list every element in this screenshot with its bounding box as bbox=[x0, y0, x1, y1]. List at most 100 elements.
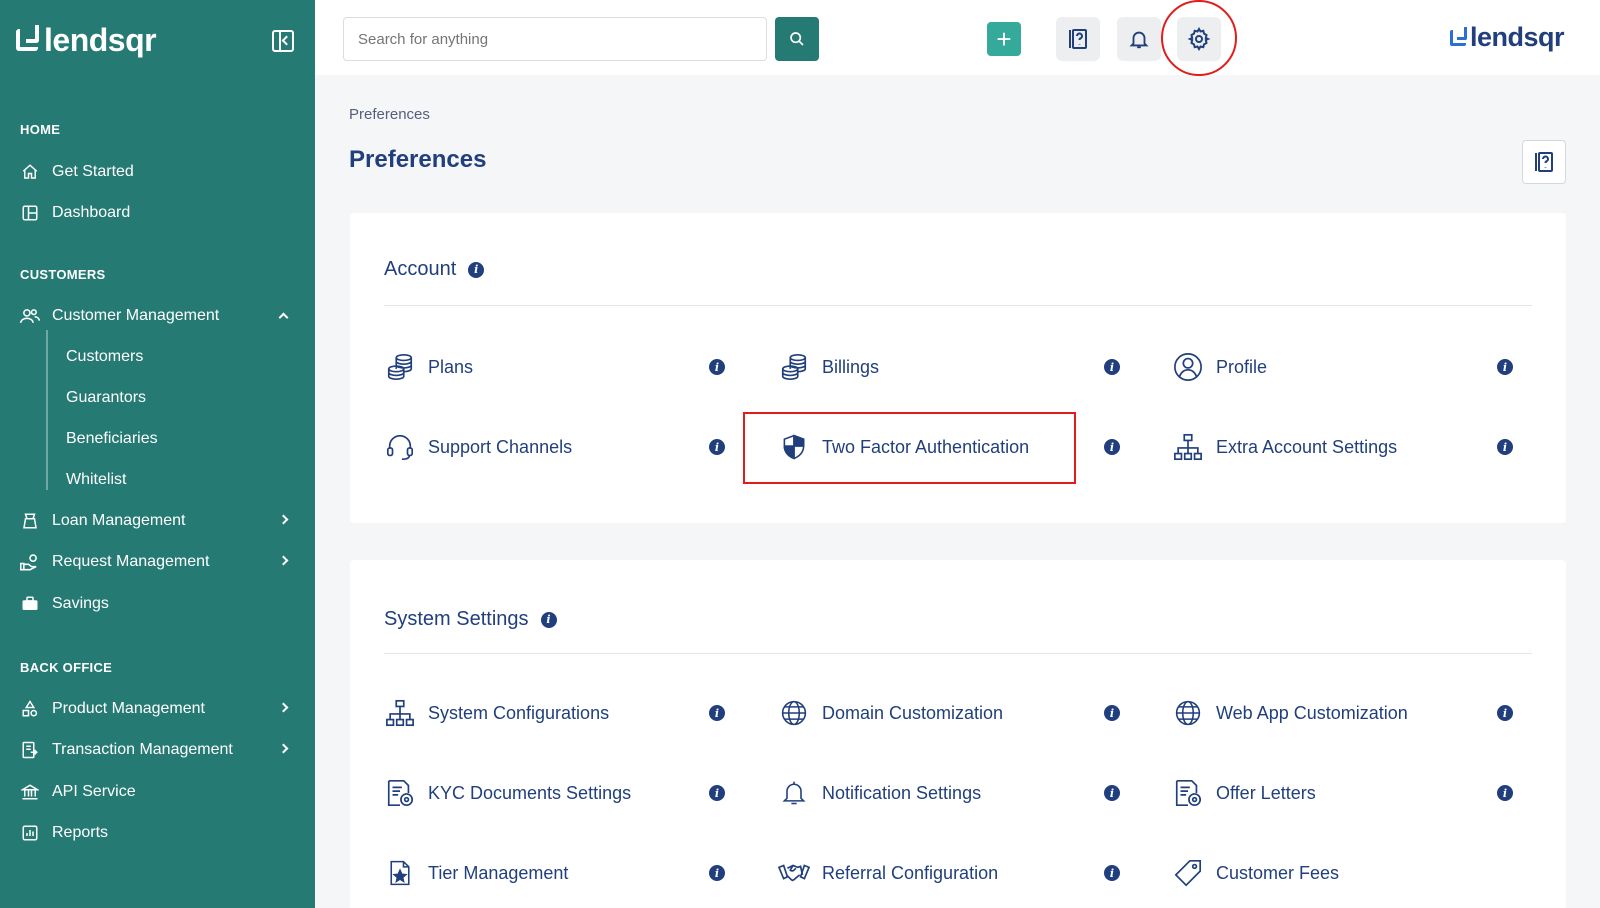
sidebar-subitem-beneficiaries[interactable]: Beneficiaries bbox=[66, 427, 158, 451]
option-label: Domain Customization bbox=[822, 702, 1004, 723]
option-tier-management[interactable]: Tier Management bbox=[384, 855, 568, 891]
breadcrumb[interactable]: Preferences bbox=[349, 106, 430, 123]
coins-icon bbox=[778, 351, 810, 383]
option-referral-configuration[interactable]: Referral Configuration bbox=[778, 855, 998, 891]
system-settings-card: System Settings i System Configurations … bbox=[350, 560, 1566, 908]
option-label: Tier Management bbox=[428, 862, 569, 883]
product-icon bbox=[20, 699, 40, 719]
option-profile[interactable]: Profile bbox=[1172, 349, 1267, 385]
info-icon[interactable]: i bbox=[468, 261, 485, 278]
chevron-right-icon bbox=[278, 702, 289, 713]
sidebar-item-dashboard[interactable]: Dashboard bbox=[20, 201, 295, 225]
account-section-title: Account i bbox=[384, 258, 485, 281]
sidebar-item-get-started[interactable]: Get Started bbox=[20, 160, 295, 184]
option-label: Referral Configuration bbox=[822, 862, 999, 883]
sidebar: lendsqr HOME Get Started Dashboard CUSTO… bbox=[0, 0, 315, 908]
logo-mark-icon bbox=[1449, 26, 1467, 46]
lendsqr-logo[interactable]: lendsqr bbox=[16, 24, 157, 56]
info-icon[interactable]: i bbox=[1497, 785, 1513, 801]
headset-icon bbox=[384, 431, 416, 463]
option-label: Extra Account Settings bbox=[1216, 436, 1398, 457]
option-plans[interactable]: Plans bbox=[384, 349, 473, 385]
sidebar-item-label: Savings bbox=[52, 595, 109, 612]
add-button[interactable]: + bbox=[987, 22, 1021, 56]
info-icon[interactable]: i bbox=[1104, 359, 1120, 375]
help-book-icon bbox=[1535, 152, 1553, 172]
info-icon[interactable]: i bbox=[1497, 439, 1513, 455]
sitemap-icon bbox=[1172, 431, 1204, 463]
info-icon[interactable]: i bbox=[709, 865, 725, 881]
option-billings[interactable]: Billings bbox=[778, 349, 879, 385]
sitemap-icon bbox=[384, 697, 416, 729]
sidebar-item-request-management[interactable]: Request Management bbox=[20, 550, 295, 574]
sidebar-item-reports[interactable]: Reports bbox=[20, 821, 295, 845]
option-web-app-customization[interactable]: Web App Customization bbox=[1172, 695, 1408, 731]
info-icon[interactable]: i bbox=[540, 611, 557, 628]
option-kyc-documents-settings[interactable]: KYC Documents Settings bbox=[384, 775, 631, 811]
notifications-button[interactable] bbox=[1117, 17, 1161, 61]
option-label: Plans bbox=[428, 356, 474, 377]
info-icon[interactable]: i bbox=[709, 785, 725, 801]
document-star-icon bbox=[384, 857, 416, 889]
settings-highlight-circle bbox=[1161, 0, 1237, 76]
sidebar-item-label: Customer Management bbox=[52, 307, 220, 324]
bank-icon bbox=[20, 782, 40, 802]
document-gear-icon bbox=[384, 777, 416, 809]
sidebar-item-transaction-management[interactable]: Transaction Management bbox=[20, 738, 295, 762]
search-input[interactable] bbox=[343, 17, 767, 61]
option-label: Profile bbox=[1216, 356, 1268, 377]
option-system-configurations[interactable]: System Configurations bbox=[384, 695, 609, 731]
option-support-channels[interactable]: Support Channels bbox=[384, 429, 572, 465]
collapse-sidebar-icon[interactable] bbox=[272, 30, 294, 52]
sidebar-item-label: Dashboard bbox=[52, 204, 131, 221]
top-bar: + lendsqr bbox=[315, 0, 1600, 76]
search-button[interactable] bbox=[775, 17, 819, 61]
info-icon[interactable]: i bbox=[1104, 705, 1120, 721]
lendsqr-top-logo: lendsqr bbox=[1449, 22, 1565, 52]
info-icon[interactable]: i bbox=[709, 359, 725, 375]
chevron-right-icon bbox=[278, 743, 289, 754]
sidebar-item-label: Loan Management bbox=[52, 512, 186, 529]
info-icon[interactable]: i bbox=[1497, 359, 1513, 375]
info-icon[interactable]: i bbox=[709, 705, 725, 721]
help-docs-button[interactable] bbox=[1056, 17, 1100, 61]
info-icon[interactable]: i bbox=[709, 439, 725, 455]
briefcase-icon bbox=[20, 594, 40, 614]
option-label: KYC Documents Settings bbox=[428, 782, 632, 803]
sidebar-item-customer-management[interactable]: Customer Management bbox=[20, 304, 295, 328]
tag-icon bbox=[1172, 857, 1204, 889]
logo-wordmark: lendsqr bbox=[1469, 22, 1565, 52]
sidebar-item-loan-management[interactable]: Loan Management bbox=[20, 509, 295, 533]
section-home: HOME bbox=[20, 122, 61, 137]
page-help-button[interactable] bbox=[1522, 140, 1566, 184]
option-customer-fees[interactable]: Customer Fees bbox=[1172, 855, 1339, 891]
chevron-right-icon bbox=[278, 514, 289, 525]
sidebar-item-product-management[interactable]: Product Management bbox=[20, 697, 295, 721]
sidebar-item-label: Product Management bbox=[52, 700, 205, 717]
chevron-right-icon bbox=[278, 555, 289, 566]
info-icon[interactable]: i bbox=[1104, 785, 1120, 801]
section-back-office: BACK OFFICE bbox=[20, 660, 113, 675]
sidebar-item-label: Request Management bbox=[52, 553, 210, 570]
sidebar-item-api-service[interactable]: API Service bbox=[20, 780, 295, 804]
chevron-up-icon bbox=[278, 312, 289, 323]
sidebar-item-savings[interactable]: Savings bbox=[20, 592, 295, 616]
bell-icon bbox=[778, 777, 810, 809]
request-icon bbox=[20, 552, 40, 572]
users-icon bbox=[20, 306, 40, 326]
info-icon[interactable]: i bbox=[1104, 865, 1120, 881]
submenu-guide-line bbox=[46, 330, 48, 490]
page-title: Preferences bbox=[349, 146, 487, 173]
reports-icon bbox=[20, 823, 40, 843]
sidebar-subitem-customers[interactable]: Customers bbox=[66, 345, 143, 369]
option-offer-letters[interactable]: Offer Letters bbox=[1172, 775, 1316, 811]
info-icon[interactable]: i bbox=[1497, 705, 1513, 721]
sidebar-subitem-guarantors[interactable]: Guarantors bbox=[66, 386, 146, 410]
loan-icon bbox=[20, 511, 40, 531]
info-icon[interactable]: i bbox=[1104, 439, 1120, 455]
sidebar-subitem-whitelist[interactable]: Whitelist bbox=[66, 468, 126, 492]
option-extra-account-settings[interactable]: Extra Account Settings bbox=[1172, 429, 1397, 465]
option-notification-settings[interactable]: Notification Settings bbox=[778, 775, 981, 811]
search-icon bbox=[790, 32, 804, 46]
option-domain-customization[interactable]: Domain Customization bbox=[778, 695, 1003, 731]
